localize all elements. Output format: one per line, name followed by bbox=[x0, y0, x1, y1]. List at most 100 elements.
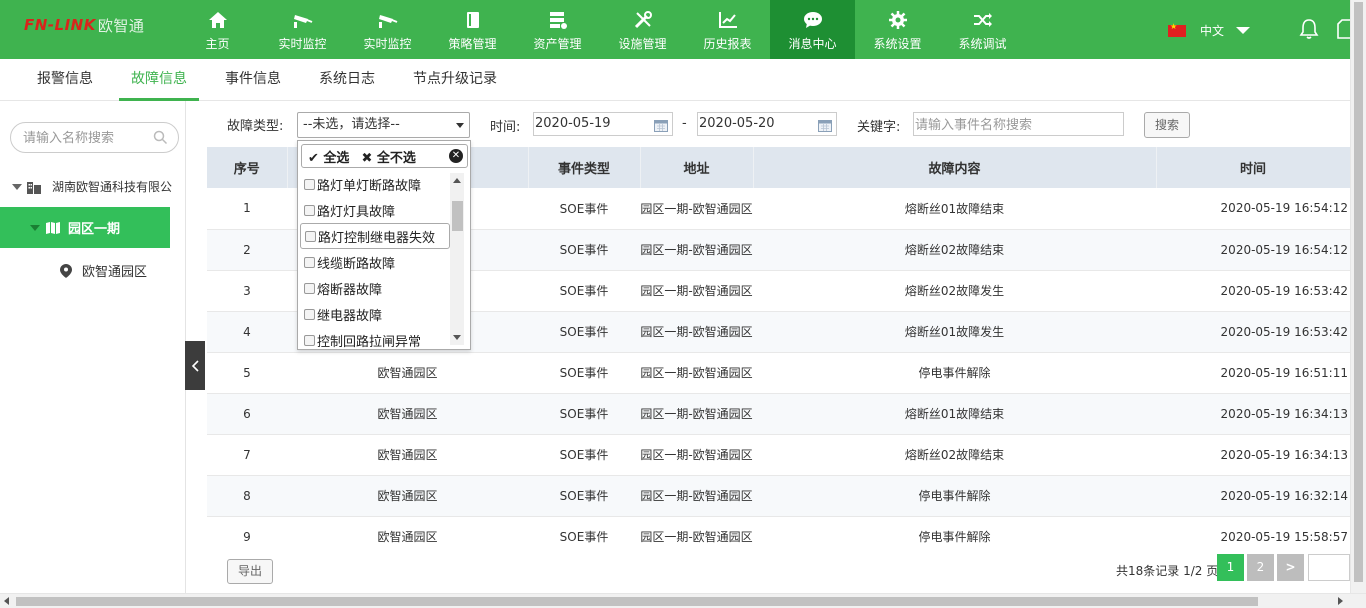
table-row[interactable]: 9 欧智通园区 SOE事件 园区一期-欧智通园区 停电事件解除 2020-05-19 15… bbox=[207, 516, 1350, 549]
tab-event-info[interactable]: 事件信息 bbox=[213, 59, 293, 101]
cell-address: 园区一期-欧智通园区 bbox=[640, 393, 753, 435]
tab-system-log[interactable]: 系统日志 bbox=[307, 59, 387, 101]
cell-event-type: SOE事件 bbox=[528, 229, 640, 271]
tree-node-leaf[interactable]: 欧智通园区 bbox=[60, 261, 147, 280]
option-checkbox[interactable] bbox=[304, 178, 315, 190]
nav-messages[interactable]: 消息中心 bbox=[770, 0, 855, 59]
fault-type-dropdown: ✔ 全选 ✖ 全不选 ✕ 路灯单灯断路故障 路灯灯具故障路灯控制继电器失效 线缆断路… bbox=[297, 140, 471, 350]
logout-icon[interactable] bbox=[1336, 18, 1350, 44]
keyword-label: 关键字: bbox=[857, 120, 901, 135]
bell-icon[interactable] bbox=[1298, 18, 1320, 44]
table-row[interactable]: 8 欧智通园区 SOE事件 园区一期-欧智通园区 停电事件解除 2020-05-19 16… bbox=[207, 475, 1350, 517]
option-label: 线缆断路故障 bbox=[317, 256, 396, 272]
option-checkbox[interactable] bbox=[304, 308, 315, 320]
nav-strategy[interactable]: 策略管理 bbox=[430, 0, 515, 59]
export-button[interactable]: 导出 bbox=[227, 559, 273, 584]
calendar-icon[interactable] bbox=[654, 118, 668, 140]
close-icon[interactable]: ✕ bbox=[449, 149, 463, 163]
scroll-down-arrow-icon[interactable] bbox=[453, 335, 461, 340]
dropdown-option[interactable]: 路灯灯具故障 bbox=[300, 197, 450, 223]
option-checkbox[interactable] bbox=[304, 282, 315, 294]
page-2-button[interactable]: 2 bbox=[1247, 554, 1274, 581]
fault-type-select[interactable]: --未选，请选择-- bbox=[297, 112, 470, 138]
nav-history[interactable]: 历史报表 bbox=[685, 0, 770, 59]
tab-node-upgrade[interactable]: 节点升级记录 bbox=[401, 59, 509, 101]
table-row[interactable]: 5 欧智通园区 SOE事件 园区一期-欧智通园区 停电事件解除 2020-05-19 16… bbox=[207, 352, 1350, 394]
china-flag-icon bbox=[1168, 22, 1186, 37]
chevron-left-icon bbox=[191, 359, 199, 372]
option-checkbox[interactable] bbox=[304, 204, 315, 216]
logo[interactable]: FN-LINK 欧智通 bbox=[24, 14, 144, 36]
next-page-button[interactable]: > bbox=[1277, 554, 1304, 581]
option-checkbox[interactable] bbox=[304, 334, 315, 346]
cell-event-type: SOE事件 bbox=[528, 270, 640, 312]
scroll-thumb[interactable] bbox=[16, 597, 1258, 606]
keyword-input[interactable] bbox=[913, 112, 1124, 136]
option-checkbox[interactable] bbox=[304, 256, 315, 268]
table-row[interactable]: 6 欧智通园区 SOE事件 园区一期-欧智通园区 熔断丝01故障结束 2020-05-19… bbox=[207, 393, 1350, 435]
col-header-index[interactable]: 序号 bbox=[207, 147, 288, 188]
scroll-thumb[interactable] bbox=[452, 201, 463, 231]
scroll-left-arrow-icon[interactable] bbox=[4, 597, 9, 605]
nav-settings[interactable]: 系统设置 bbox=[855, 0, 940, 59]
expand-triangle-icon[interactable] bbox=[12, 183, 22, 190]
col-header-event-type[interactable]: 事件类型 bbox=[528, 147, 641, 188]
dropdown-option[interactable]: 路灯单灯断路故障 bbox=[300, 171, 450, 197]
search-button[interactable]: 搜索 bbox=[1144, 112, 1190, 138]
col-header-time[interactable]: 时间 bbox=[1156, 147, 1350, 188]
nav-home[interactable]: 主页 bbox=[175, 0, 260, 59]
dropdown-option[interactable]: 熔断器故障 bbox=[300, 275, 450, 301]
language-selector[interactable]: 中文 bbox=[1168, 22, 1251, 39]
scroll-right-arrow-icon[interactable] bbox=[1338, 597, 1343, 605]
page-vertical-scrollbar[interactable] bbox=[1350, 0, 1366, 593]
scroll-thumb[interactable] bbox=[1354, 2, 1363, 582]
col-header-fault-content[interactable]: 故障内容 bbox=[753, 147, 1157, 188]
cell-event-type: SOE事件 bbox=[528, 352, 640, 394]
cell-fault-content: 熔断丝02故障结束 bbox=[753, 434, 1156, 476]
cell-fault-content: 熔断丝02故障发生 bbox=[753, 270, 1156, 312]
nav-assets[interactable]: 资产管理 bbox=[515, 0, 600, 59]
nav-monitor-2[interactable]: 实时监控 bbox=[345, 0, 430, 59]
date-from-field[interactable]: 2020-05-19 bbox=[533, 112, 673, 136]
dropdown-option[interactable]: 路灯控制继电器失效 bbox=[300, 223, 450, 249]
date-from-value: 2020-05-19 bbox=[535, 116, 611, 131]
date-to-field[interactable]: 2020-05-20 bbox=[697, 112, 837, 136]
page-jump-input[interactable] bbox=[1308, 554, 1350, 581]
table-row[interactable]: 7 欧智通园区 SOE事件 园区一期-欧智通园区 熔断丝02故障结束 2020-05-19… bbox=[207, 434, 1350, 476]
option-label: 路灯控制继电器失效 bbox=[318, 230, 436, 246]
cell-event-type: SOE事件 bbox=[528, 434, 640, 476]
nav-label: 资产管理 bbox=[533, 37, 582, 51]
date-to-value: 2020-05-20 bbox=[699, 116, 775, 131]
calendar-icon[interactable] bbox=[818, 118, 832, 140]
dropdown-option[interactable]: 控制回路拉闸异常 bbox=[300, 327, 450, 353]
nav-label: 主页 bbox=[205, 37, 230, 51]
dropdown-option[interactable]: 线缆断路故障 bbox=[300, 249, 450, 275]
expand-triangle-icon[interactable] bbox=[30, 224, 40, 231]
cell-index: 4 bbox=[207, 311, 287, 353]
tree-node-park[interactable]: 园区一期 bbox=[0, 207, 170, 248]
collapse-panel-button[interactable] bbox=[185, 341, 205, 390]
nav-label: 系统调试 bbox=[958, 37, 1007, 51]
tree-root-label: 湖南欧智通科技有限公 bbox=[52, 180, 173, 194]
select-none-button[interactable]: ✖ 全不选 bbox=[361, 147, 415, 166]
cell-fault-content: 熔断丝01故障发生 bbox=[753, 311, 1156, 353]
dropdown-option[interactable]: 继电器故障 bbox=[300, 301, 450, 327]
dropdown-scrollbar[interactable] bbox=[450, 173, 464, 345]
tab-alarm-info[interactable]: 报警信息 bbox=[25, 59, 105, 101]
nav-facilities[interactable]: 设施管理 bbox=[600, 0, 685, 59]
scroll-up-arrow-icon[interactable] bbox=[453, 178, 461, 183]
nav-debug[interactable]: 系统调试 bbox=[940, 0, 1025, 59]
page-1-button[interactable]: 1 bbox=[1217, 554, 1244, 581]
fault-type-value: --未选，请选择-- bbox=[303, 117, 400, 132]
select-all-button[interactable]: ✔ 全选 bbox=[308, 147, 349, 166]
nav-monitor-1[interactable]: 实时监控 bbox=[260, 0, 345, 59]
date-separator: - bbox=[682, 116, 687, 131]
tree-root-company[interactable]: 湖南欧智通科技有限公 bbox=[12, 178, 172, 195]
col-header-address[interactable]: 地址 bbox=[640, 147, 754, 188]
search-icon[interactable] bbox=[153, 130, 168, 149]
tab-fault-info[interactable]: 故障信息 bbox=[119, 59, 199, 101]
pager-info: 共18条记录 1/2 页 bbox=[1116, 564, 1219, 578]
page-horizontal-scrollbar[interactable] bbox=[0, 593, 1366, 608]
cell-time: 2020-05-19 16:54:12 bbox=[1156, 188, 1350, 230]
option-checkbox[interactable] bbox=[305, 230, 316, 242]
